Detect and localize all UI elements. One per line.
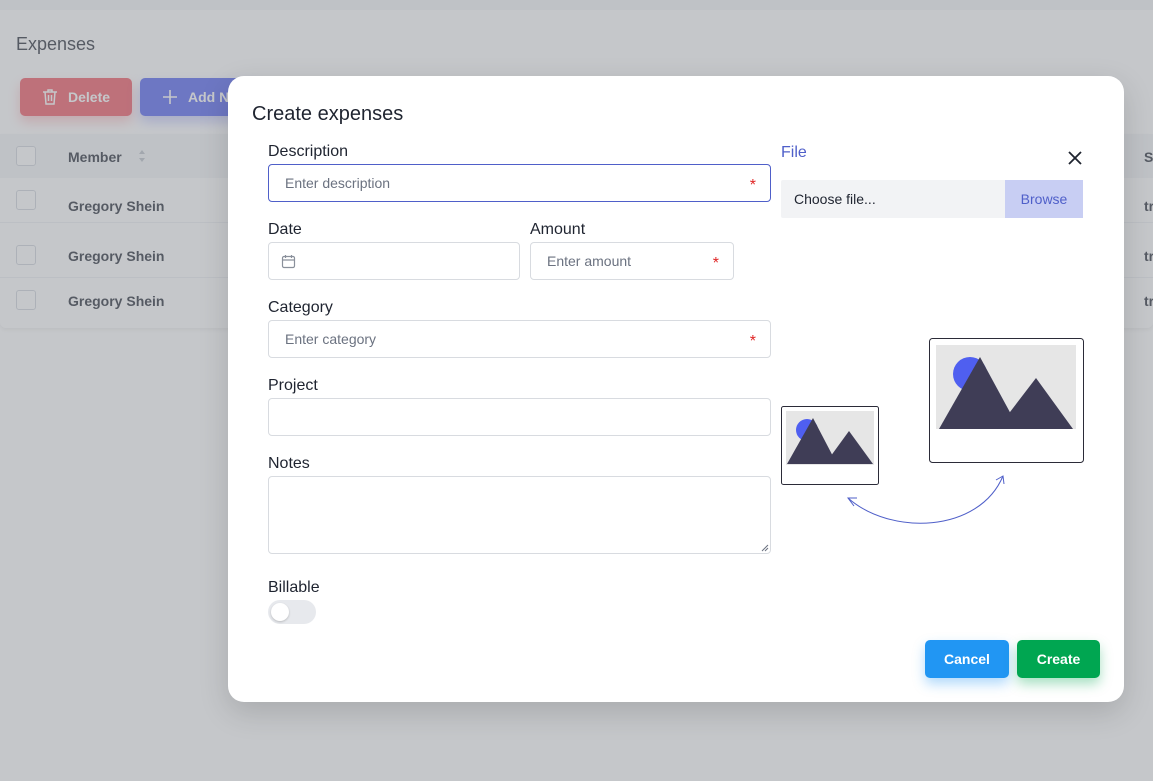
description-input[interactable]: Enter description * xyxy=(268,164,771,202)
toggle-knob xyxy=(271,603,289,621)
notes-textarea[interactable] xyxy=(268,476,771,554)
billable-toggle[interactable] xyxy=(268,600,316,624)
date-label: Date xyxy=(268,221,302,238)
category-placeholder: Enter category xyxy=(285,331,377,347)
file-upload-illustration-icon xyxy=(781,338,1084,524)
required-mark: * xyxy=(749,177,756,194)
amount-input[interactable]: Enter amount * xyxy=(530,242,734,280)
description-label: Description xyxy=(268,143,349,160)
billable-label: Billable xyxy=(268,579,320,596)
category-input[interactable]: Enter category * xyxy=(268,320,771,358)
file-input-text: Choose file... xyxy=(794,191,876,207)
resize-handle-icon[interactable] xyxy=(760,543,769,552)
description-placeholder: Enter description xyxy=(285,175,391,191)
category-label: Category xyxy=(268,299,333,316)
required-mark: * xyxy=(749,333,756,350)
create-button[interactable]: Create xyxy=(1017,640,1100,678)
amount-label: Amount xyxy=(530,221,586,238)
cancel-button[interactable]: Cancel xyxy=(925,640,1009,678)
project-input[interactable] xyxy=(268,398,771,436)
notes-label: Notes xyxy=(268,455,310,472)
project-label: Project xyxy=(268,377,318,394)
modal-title: Create expenses xyxy=(252,103,404,125)
file-input[interactable]: Choose file... Browse xyxy=(781,180,1083,218)
file-label: File xyxy=(781,144,807,161)
browse-button[interactable]: Browse xyxy=(1005,180,1083,218)
calendar-icon xyxy=(281,254,296,268)
required-mark: * xyxy=(712,255,719,272)
amount-placeholder: Enter amount xyxy=(547,253,632,269)
date-input[interactable] xyxy=(268,242,520,280)
close-icon[interactable] xyxy=(1067,150,1083,166)
create-expense-modal: Create expenses Description Enter descri… xyxy=(228,76,1124,702)
